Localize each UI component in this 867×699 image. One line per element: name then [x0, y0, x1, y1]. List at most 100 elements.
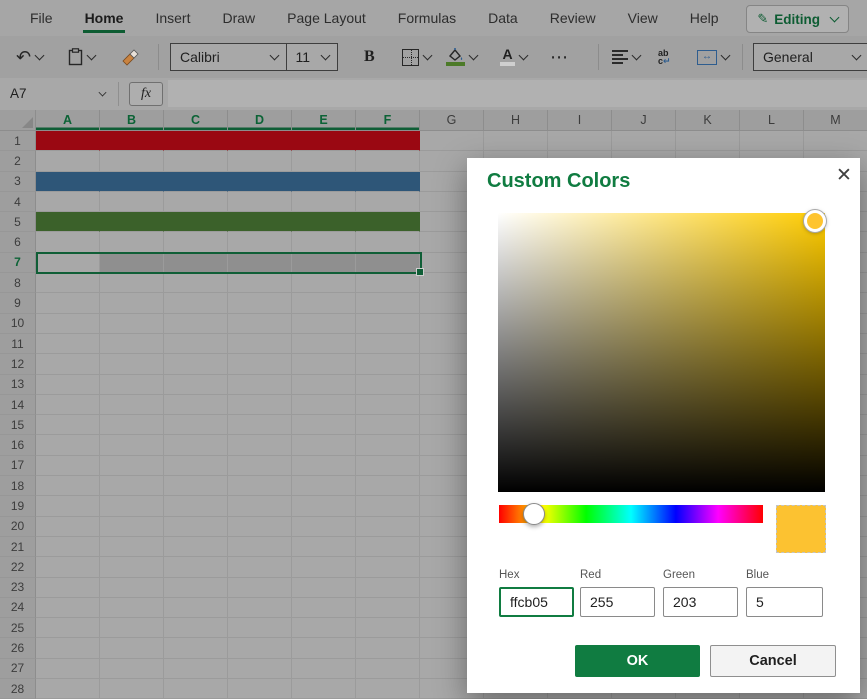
- cell-A1[interactable]: [36, 131, 100, 151]
- row-header-8[interactable]: 8: [0, 273, 36, 293]
- cell-A2[interactable]: [36, 151, 100, 171]
- cell-G1[interactable]: [420, 131, 484, 151]
- row-header-3[interactable]: 3: [0, 172, 36, 192]
- column-header-d[interactable]: D: [228, 110, 292, 131]
- column-header-j[interactable]: J: [612, 110, 676, 131]
- cell-F5[interactable]: [356, 212, 420, 232]
- row-header-7[interactable]: 7: [0, 253, 36, 273]
- insert-function-button[interactable]: fx: [129, 82, 163, 106]
- cell-A22[interactable]: [36, 557, 100, 577]
- cell-D25[interactable]: [228, 618, 292, 638]
- cell-C22[interactable]: [164, 557, 228, 577]
- cell-E13[interactable]: [292, 375, 356, 395]
- cell-E25[interactable]: [292, 618, 356, 638]
- undo-button[interactable]: ↶: [16, 36, 43, 78]
- cell-B2[interactable]: [100, 151, 164, 171]
- borders-button[interactable]: [402, 36, 431, 78]
- row-header-19[interactable]: 19: [0, 496, 36, 516]
- cell-D21[interactable]: [228, 537, 292, 557]
- cell-E27[interactable]: [292, 659, 356, 679]
- format-painter-button[interactable]: [120, 36, 140, 78]
- cell-F21[interactable]: [356, 537, 420, 557]
- cell-C4[interactable]: [164, 192, 228, 212]
- cell-C16[interactable]: [164, 435, 228, 455]
- cell-D15[interactable]: [228, 415, 292, 435]
- cell-E20[interactable]: [292, 517, 356, 537]
- cell-B4[interactable]: [100, 192, 164, 212]
- name-box[interactable]: A7: [0, 78, 118, 109]
- cell-F11[interactable]: [356, 334, 420, 354]
- cell-E18[interactable]: [292, 476, 356, 496]
- cell-C3[interactable]: [164, 172, 228, 192]
- row-header-16[interactable]: 16: [0, 435, 36, 455]
- cell-E16[interactable]: [292, 435, 356, 455]
- cell-C27[interactable]: [164, 659, 228, 679]
- bold-button[interactable]: B: [364, 36, 375, 78]
- cell-M1[interactable]: [804, 131, 867, 151]
- cell-B20[interactable]: [100, 517, 164, 537]
- red-input[interactable]: 255: [580, 587, 655, 617]
- cell-D26[interactable]: [228, 638, 292, 658]
- close-button[interactable]: ✕: [831, 162, 857, 188]
- row-header-9[interactable]: 9: [0, 293, 36, 313]
- cell-C21[interactable]: [164, 537, 228, 557]
- cell-F24[interactable]: [356, 598, 420, 618]
- cell-F4[interactable]: [356, 192, 420, 212]
- selection-border[interactable]: [36, 252, 422, 274]
- cell-D28[interactable]: [228, 679, 292, 699]
- cell-D27[interactable]: [228, 659, 292, 679]
- cell-B27[interactable]: [100, 659, 164, 679]
- cell-E9[interactable]: [292, 293, 356, 313]
- cell-B3[interactable]: [100, 172, 164, 192]
- cell-F28[interactable]: [356, 679, 420, 699]
- cell-E12[interactable]: [292, 354, 356, 374]
- cell-A28[interactable]: [36, 679, 100, 699]
- cell-C18[interactable]: [164, 476, 228, 496]
- cell-D24[interactable]: [228, 598, 292, 618]
- row-header-12[interactable]: 12: [0, 354, 36, 374]
- cell-B5[interactable]: [100, 212, 164, 232]
- cell-F26[interactable]: [356, 638, 420, 658]
- chevron-down-icon[interactable]: [270, 51, 280, 61]
- cell-A4[interactable]: [36, 192, 100, 212]
- cell-A26[interactable]: [36, 638, 100, 658]
- menu-tab-help[interactable]: Help: [674, 1, 735, 35]
- cell-B8[interactable]: [100, 273, 164, 293]
- cell-F2[interactable]: [356, 151, 420, 171]
- cell-E23[interactable]: [292, 578, 356, 598]
- more-options-button[interactable]: ⋯: [550, 36, 569, 78]
- cell-C19[interactable]: [164, 496, 228, 516]
- cell-E22[interactable]: [292, 557, 356, 577]
- cell-D1[interactable]: [228, 131, 292, 151]
- cell-B15[interactable]: [100, 415, 164, 435]
- cell-A24[interactable]: [36, 598, 100, 618]
- cell-E1[interactable]: [292, 131, 356, 151]
- column-header-g[interactable]: G: [420, 110, 484, 131]
- cell-D3[interactable]: [228, 172, 292, 192]
- cell-D8[interactable]: [228, 273, 292, 293]
- wrap-text-button[interactable]: ab c↵: [658, 36, 671, 78]
- cell-F17[interactable]: [356, 456, 420, 476]
- row-header-11[interactable]: 11: [0, 334, 36, 354]
- cell-F15[interactable]: [356, 415, 420, 435]
- menu-tab-home[interactable]: Home: [69, 1, 140, 35]
- menu-tab-insert[interactable]: Insert: [139, 1, 206, 35]
- cell-D18[interactable]: [228, 476, 292, 496]
- cell-B14[interactable]: [100, 395, 164, 415]
- cell-D10[interactable]: [228, 314, 292, 334]
- cell-D17[interactable]: [228, 456, 292, 476]
- blue-input[interactable]: 5: [746, 587, 823, 617]
- cell-B13[interactable]: [100, 375, 164, 395]
- menu-tab-draw[interactable]: Draw: [206, 1, 271, 35]
- row-header-25[interactable]: 25: [0, 618, 36, 638]
- cell-A16[interactable]: [36, 435, 100, 455]
- cell-E10[interactable]: [292, 314, 356, 334]
- cancel-button[interactable]: Cancel: [710, 645, 836, 677]
- cell-A5[interactable]: [36, 212, 100, 232]
- cell-E3[interactable]: [292, 172, 356, 192]
- row-header-21[interactable]: 21: [0, 537, 36, 557]
- align-button[interactable]: [612, 36, 640, 78]
- column-header-b[interactable]: B: [100, 110, 164, 131]
- cell-F12[interactable]: [356, 354, 420, 374]
- color-picker-handle[interactable]: [804, 210, 826, 232]
